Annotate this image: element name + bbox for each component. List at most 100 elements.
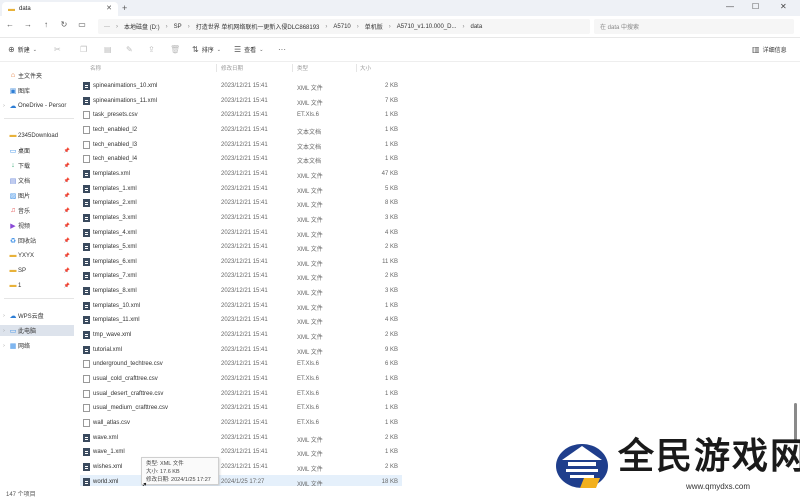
sidebar-item[interactable]: ▬ 2345Download [0,130,74,141]
sort-icon: ⇅ [192,45,199,54]
file-row[interactable]: wishes.xml 2023/12/21 15:41 XML 文件 2 KB [80,460,402,475]
breadcrumb-separator[interactable]: › [166,24,168,30]
up-icon[interactable]: ↑ [40,20,52,29]
breadcrumb-segment[interactable]: 单机版 [365,22,383,31]
sidebar-item[interactable]: › ☁ WPS云盘 [0,310,74,321]
file-row[interactable]: templates_10.xml 2023/12/21 15:41 XML 文件 1 … [80,299,402,314]
sort-button[interactable]: ⇅ 排序 ⌄ [192,45,221,54]
breadcrumb-segment[interactable]: 打造世界 单机网络联机一更新入侵DLC868193 [196,22,320,31]
sidebar-item[interactable]: › ▭ 此电脑 [0,325,74,336]
sidebar-item[interactable]: ▤ 文档 📌 [0,175,74,186]
column-header-name[interactable]: 名称 [90,64,101,72]
file-row[interactable]: templates_7.xml 2023/12/21 15:41 XML 文件 2 K… [80,269,402,284]
file-row[interactable]: templates_1.xml 2023/12/21 15:41 XML 文件 5 K… [80,182,402,197]
minimize-button[interactable]: — [726,2,734,11]
sidebar-item[interactable]: ▬ SP 📌 [0,265,74,276]
sidebar-item[interactable]: ▨ 图片 📌 [0,190,74,201]
breadcrumb-separator[interactable]: › [389,24,391,30]
breadcrumb-separator[interactable]: › [325,24,327,30]
file-row[interactable]: tech_enabled_l2 2023/12/21 15:41 文本文档 1 KB [80,123,402,138]
file-row[interactable]: tutorial.xml 2023/12/21 15:41 XML 文件 9 KB [80,343,402,358]
file-row[interactable]: templates_8.xml 2023/12/21 15:41 XML 文件 3 K… [80,284,402,299]
file-row[interactable]: wall_atlas.csv 2023/12/21 15:41 ET.Xls.6 1 … [80,416,402,431]
column-header-size[interactable]: 大小 [360,64,371,72]
sidebar-item[interactable]: ♫ 音乐 📌 [0,205,74,216]
chevron-right-icon[interactable]: › [0,313,8,319]
file-row[interactable]: wave_1.xml 2023/12/21 15:41 XML 文件 1 KB [80,445,402,460]
rename-button[interactable]: ✎ [126,45,133,54]
vertical-scrollbar[interactable] [792,62,798,486]
breadcrumb-segment[interactable]: data [470,24,482,30]
file-row[interactable]: spineanimations_10.xml 2023/12/21 15:41 XM… [80,79,402,94]
file-row[interactable]: templates_3.xml 2023/12/21 15:41 XML 文件 3 K… [80,211,402,226]
cut-button[interactable]: ✂ [54,45,61,54]
sidebar-item[interactable]: ♻ 回收站 📌 [0,235,74,246]
file-date: 2023/12/21 15:41 [221,244,268,251]
breadcrumb[interactable]: ··· › 本地磁盘 (D:) › SP › 打造世界 单机网络联机一更新入侵DLC868… [98,19,590,34]
file-row[interactable]: usual_cold_crafttree.csv 2023/12/21 15:41… [80,372,402,387]
view-button[interactable]: ☰ 查看 ⌄ [234,45,263,54]
sidebar-item[interactable]: ↓ 下载 📌 [0,160,74,171]
file-row[interactable]: templates_5.xml 2023/12/21 15:41 XML 文件 2 K… [80,240,402,255]
column-divider[interactable] [356,64,357,72]
paste-button[interactable]: ▤ [104,45,112,54]
file-row[interactable]: tmp_wave.xml 2023/12/21 15:41 XML 文件 2 KB [80,328,402,343]
breadcrumb-separator[interactable]: › [357,24,359,30]
close-window-button[interactable]: ✕ [780,2,787,11]
new-tab-icon[interactable]: + [122,3,127,13]
file-row[interactable]: templates.xml 2023/12/21 15:41 XML 文件 47 KB [80,167,402,182]
share-button[interactable]: ⇪ [148,45,155,54]
file-row[interactable]: wave.xml 2023/12/21 15:41 XML 文件 2 KB [80,431,402,446]
column-header-type[interactable]: 类型 [297,64,308,72]
copy-button[interactable]: ❐ [80,45,87,54]
forward-icon[interactable]: → [22,20,34,29]
close-tab-icon[interactable]: ✕ [106,4,112,12]
back-icon[interactable]: ← [4,20,16,29]
details-button[interactable]: ▥ 详细信息 [752,45,787,54]
column-header-date[interactable]: 修改日期 [221,64,243,72]
this-pc-icon[interactable]: ▭ [76,20,88,29]
search-input[interactable]: 在 data 中搜索 [594,19,794,34]
new-button[interactable]: ⊕ 新建 ⌄ [8,45,37,54]
sidebar-item[interactable]: ▭ 桌面 📌 [0,145,74,156]
breadcrumb-segment[interactable]: SP [174,24,182,30]
sidebar-item[interactable]: ⌂ 主文件夹 [0,70,74,81]
file-row[interactable]: templates_11.xml 2023/12/21 15:41 XML 文件 4 … [80,313,402,328]
tab-data[interactable]: ▬ data ✕ [2,2,118,16]
file-row[interactable]: templates_6.xml 2023/12/21 15:41 XML 文件 11 … [80,255,402,270]
chevron-right-icon[interactable]: › [0,343,8,349]
breadcrumb-separator[interactable]: › [462,24,464,30]
file-type: XML 文件 [297,452,323,459]
file-row[interactable]: spineanimations_11.xml 2023/12/21 15:41 XM… [80,94,402,109]
column-divider[interactable] [216,64,217,72]
column-divider[interactable] [292,64,293,72]
file-row[interactable]: usual_desert_crafttree.csv 2023/12/21 15:… [80,387,402,402]
details-label: 详细信息 [762,48,787,54]
file-row[interactable]: underground_techtree.csv 2023/12/21 15:41… [80,357,402,372]
delete-button[interactable]: 🗑 [170,45,180,54]
file-row[interactable]: tech_enabled_l3 2023/12/21 15:41 文本文档 1 KB [80,138,402,153]
breadcrumb-segment[interactable]: A5710_v1.10.000_D... [397,24,457,30]
sidebar-item[interactable]: › ☁ OneDrive - Persor [0,100,74,111]
file-type: ET.Xls.6 [297,376,320,382]
sidebar-item[interactable]: › ▦ 网络 [0,340,74,351]
breadcrumb-segment[interactable]: A5710 [333,24,350,30]
chevron-right-icon[interactable]: › [0,328,8,334]
sidebar-item[interactable]: ▶ 视频 📌 [0,220,74,231]
breadcrumb-separator[interactable]: › [116,24,118,30]
file-row[interactable]: tech_enabled_l4 2023/12/21 15:41 文本文档 1 KB [80,152,402,167]
refresh-icon[interactable]: ↻ [58,20,70,29]
more-path-icon[interactable]: ··· [104,24,110,30]
more-options-button[interactable]: ··· [278,45,286,54]
file-row[interactable]: templates_2.xml 2023/12/21 15:41 XML 文件 8 K… [80,196,402,211]
chevron-right-icon[interactable]: › [0,103,8,109]
file-row[interactable]: templates_4.xml 2023/12/21 15:41 XML 文件 4 K… [80,226,402,241]
sidebar-item[interactable]: ▬ 1 📌 [0,280,74,291]
maximize-button[interactable]: ☐ [752,2,759,11]
file-row[interactable]: task_presets.csv 2023/12/21 15:41 ET.Xls.6… [80,108,402,123]
breadcrumb-separator[interactable]: › [188,24,190,30]
sidebar-item[interactable]: ▬ YXYX 📌 [0,250,74,261]
file-row[interactable]: usual_medium_crafttree.csv 2023/12/21 15:… [80,401,402,416]
breadcrumb-segment[interactable]: 本地磁盘 (D:) [124,22,160,31]
sidebar-item[interactable]: ▣ 图库 [0,85,74,96]
